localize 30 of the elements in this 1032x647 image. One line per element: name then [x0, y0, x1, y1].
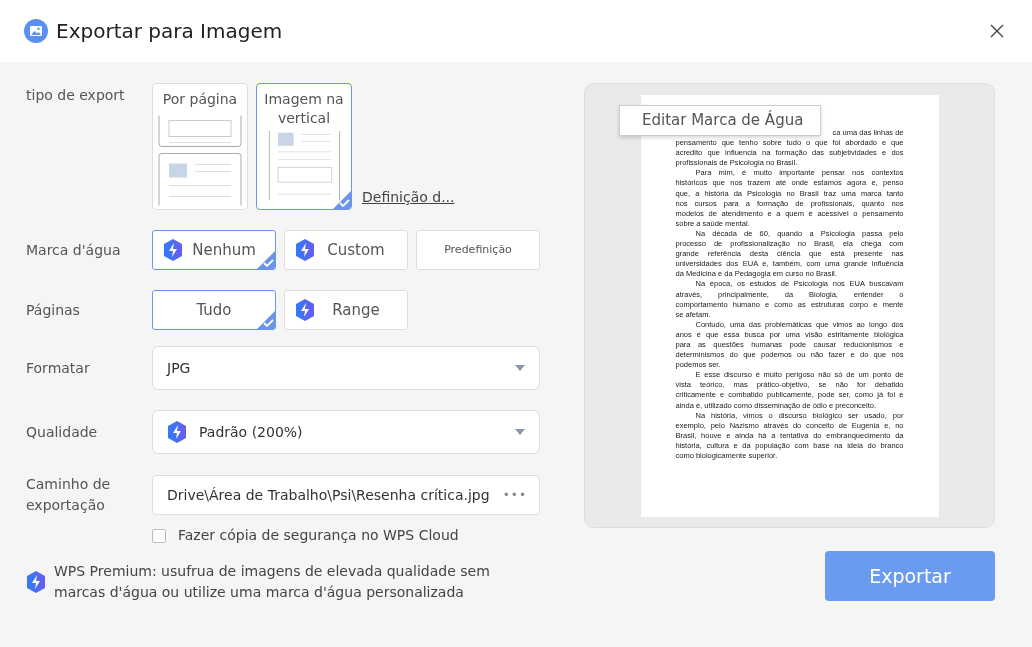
- dropdown[interactable]: Padrão (200%): [152, 410, 540, 454]
- field-label: Caminho de exportação: [26, 475, 112, 515]
- field-label: tipo de export: [26, 86, 126, 105]
- option-button[interactable]: Nenhum: [152, 230, 276, 270]
- settings-link[interactable]: Definição d...: [362, 187, 455, 208]
- backup-label: Fazer cópia de segurança no WPS Cloud: [178, 526, 459, 545]
- field-label: Formatar: [26, 358, 91, 378]
- browse-button[interactable]: •••: [502, 486, 527, 504]
- dropdown-caret-icon: [515, 429, 525, 435]
- window-title: Exportar para Imagem: [56, 18, 283, 45]
- bolt-icon: [26, 571, 46, 593]
- option-button[interactable]: Custom: [284, 230, 408, 270]
- path-field[interactable]: Drive\Área de Trabalho\Psi\Resenha crítica.jpg •••: [152, 475, 540, 515]
- check-corner-icon: [333, 191, 351, 209]
- backup-checkbox[interactable]: [152, 528, 166, 543]
- export-type-option[interactable]: Por página: [152, 83, 248, 210]
- field-label: Páginas: [26, 300, 81, 320]
- watermark-tooltip[interactable]: Editar Marca de Água: [619, 105, 821, 136]
- dropdown[interactable]: JPG: [152, 346, 540, 390]
- field-label: Marca d'água: [26, 240, 122, 260]
- dropdown-caret-icon: [515, 365, 525, 371]
- premium-note: WPS Premium: usufrua de imagens de elevada qualidade sem marcas d'água ou utilize uma marca d'água personalizada: [54, 562, 491, 602]
- check-corner-icon: [257, 251, 275, 269]
- option-button[interactable]: Tudo: [152, 290, 276, 330]
- check-corner-icon: [257, 311, 275, 329]
- export-type-option[interactable]: Imagem na vertical: [256, 83, 352, 210]
- field-label: Qualidade: [26, 422, 99, 442]
- image-export-icon: [24, 19, 48, 43]
- option-button[interactable]: Range: [284, 290, 408, 330]
- option-button[interactable]: Predefinição: [416, 230, 540, 270]
